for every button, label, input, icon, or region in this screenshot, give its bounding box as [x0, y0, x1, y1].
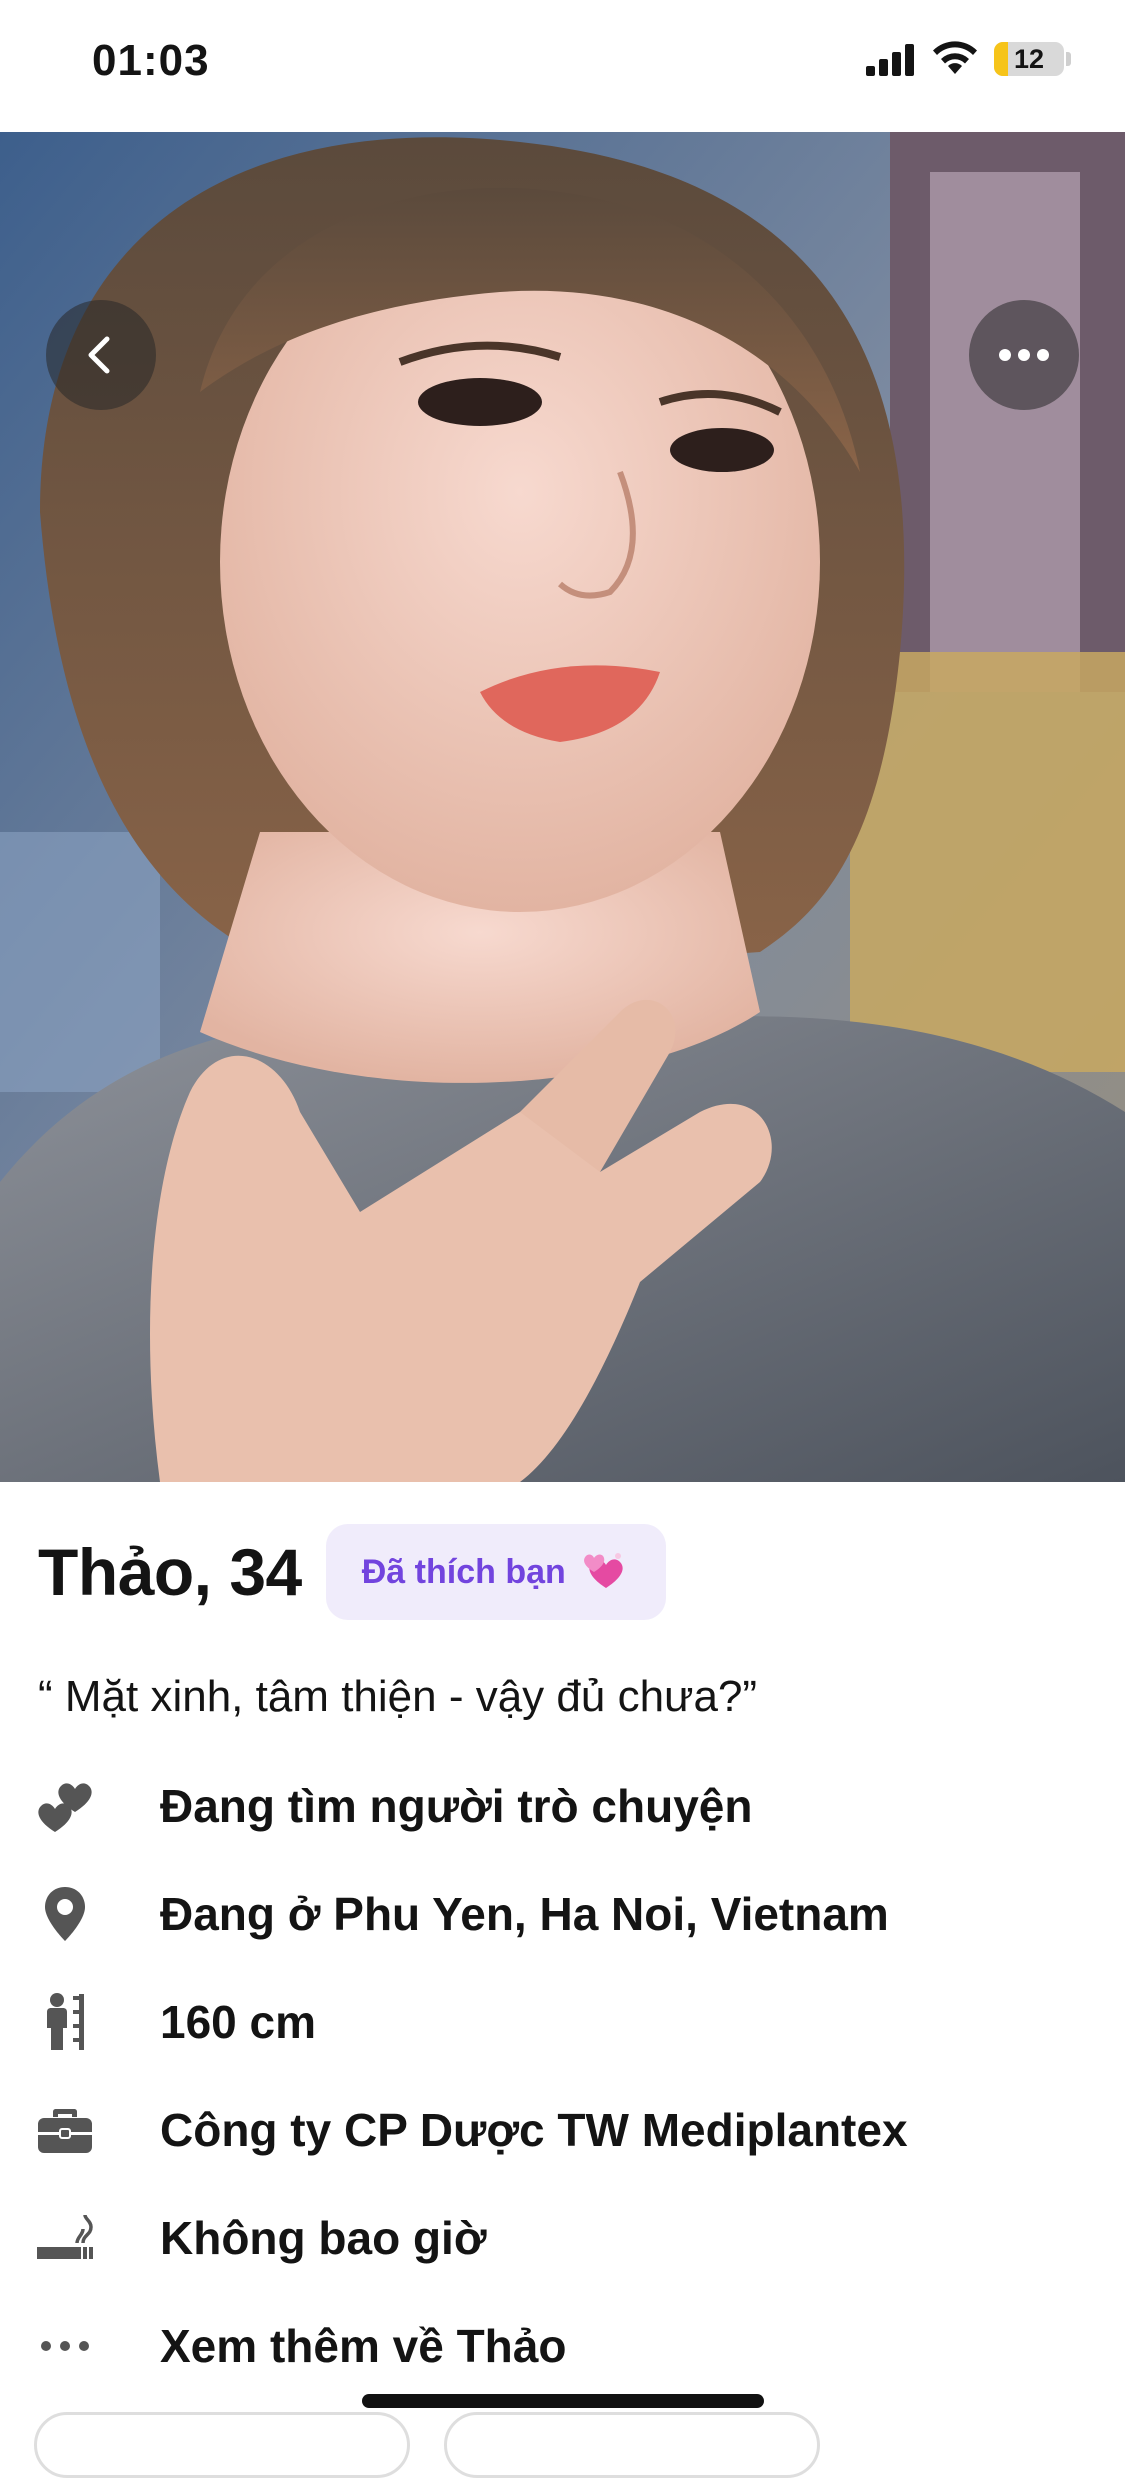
back-button[interactable]	[46, 300, 156, 410]
detail-smoking: Không bao giờ	[34, 2202, 487, 2274]
profile-name-age: Thảo, 34	[38, 1535, 302, 1609]
battery-level: 12	[1013, 44, 1045, 74]
smoking-icon	[37, 2214, 93, 2259]
location-pin-icon	[45, 1887, 85, 1941]
detail-label: Đang ở Phu Yen, Ha Noi, Vietnam	[160, 1888, 889, 1940]
bottom-card[interactable]	[444, 2412, 820, 2478]
battery-icon: 12	[994, 42, 1064, 76]
liked-you-label: Đã thích bạn	[361, 1552, 566, 1591]
see-more-row[interactable]: Xem thêm về Thảo	[34, 2310, 566, 2382]
home-indicator	[362, 2394, 764, 2408]
more-horizontal-icon	[999, 349, 1049, 361]
name-row: Thảo, 34 Đã thích bạn	[38, 1522, 666, 1622]
status-time: 01:03	[92, 36, 210, 85]
sparkling-hearts-icon	[583, 1553, 623, 1588]
bottom-card[interactable]	[34, 2412, 410, 2478]
detail-label: 160 cm	[160, 1996, 317, 2048]
hearts-icon	[38, 1783, 92, 1832]
bottom-cards	[34, 2412, 1094, 2478]
liked-you-badge: Đã thích bạn	[325, 1524, 666, 1620]
detail-label: Đang tìm người trò chuyện	[160, 1780, 753, 1832]
status-bar: 01:03 12	[0, 0, 1125, 132]
profile-photo[interactable]	[0, 132, 1125, 1482]
briefcase-icon	[38, 2109, 92, 2153]
detail-label: Không bao giờ	[160, 2212, 487, 2264]
profile-photo-illustration	[0, 132, 1125, 1482]
battery-cap	[1066, 52, 1071, 66]
height-icon	[47, 1993, 84, 2050]
chevron-left-icon	[88, 336, 110, 374]
profile-quote: “ Mặt xinh, tâm thiện - vậy đủ chưa?”	[38, 1672, 758, 1721]
detail-height: 160 cm	[34, 1986, 316, 2058]
detail-location: Đang ở Phu Yen, Ha Noi, Vietnam	[34, 1878, 889, 1950]
see-more-link[interactable]: Xem thêm về Thảo	[160, 2319, 566, 2373]
more-dots-icon	[41, 2341, 89, 2351]
wifi-icon	[933, 41, 977, 74]
detail-label: Công ty CP Dược TW Mediplantex	[160, 2104, 908, 2156]
detail-work: Công ty CP Dược TW Mediplantex	[34, 2094, 908, 2166]
more-options-button[interactable]	[969, 300, 1079, 410]
cellular-signal-icon	[866, 44, 914, 76]
detail-looking-for: Đang tìm người trò chuyện	[34, 1770, 752, 1842]
